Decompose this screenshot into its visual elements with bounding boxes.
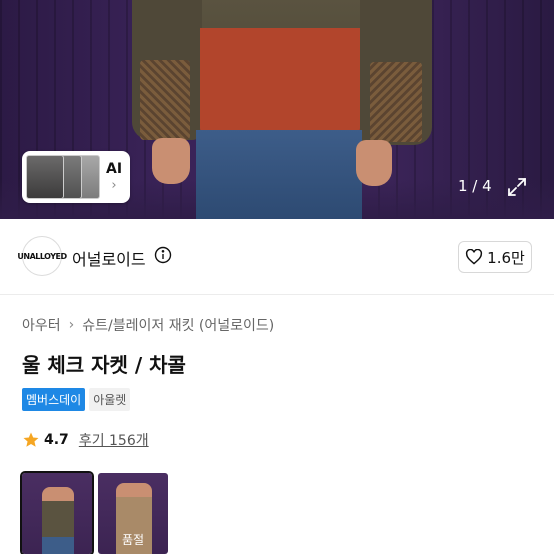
star-icon	[23, 432, 39, 447]
like-button[interactable]: 1.6만	[458, 241, 532, 273]
ai-fitting-button[interactable]: AI ›	[22, 151, 130, 203]
like-count: 1.6만	[487, 248, 525, 267]
product-image-carousel[interactable]: AI › 1 / 4	[0, 0, 554, 219]
brand-logo[interactable]: UNALLOYED	[17, 236, 67, 276]
sweater	[200, 28, 360, 136]
image-pager: 1 / 4	[458, 177, 492, 195]
product-title: 울 체크 자켓 / 차콜	[22, 353, 186, 377]
ai-label: AI	[106, 161, 123, 177]
jeans	[196, 130, 362, 219]
rating: 4.7 후기 156개	[22, 430, 149, 450]
soldout-label: 품절	[121, 533, 145, 547]
breadcrumb: 아우터 › 슈트/블레이저 재킷 (어널로이드)	[22, 315, 274, 335]
color-options: 품절	[20, 471, 168, 554]
chevron-right-icon: ›	[68, 317, 75, 333]
ai-thumbnail-stack	[26, 155, 100, 199]
expand-icon[interactable]	[506, 176, 528, 198]
breadcrumb-item-category[interactable]: 아우터	[22, 315, 61, 335]
tag-membersday: 멤버스데이	[22, 388, 86, 411]
tag-outlet: 아울렛	[89, 388, 131, 411]
color-option-thumbnail[interactable]	[20, 471, 94, 554]
brand-row: UNALLOYED 어널로이드 1.6만	[0, 219, 554, 295]
info-icon[interactable]	[154, 246, 172, 264]
heart-icon	[466, 249, 483, 265]
review-link[interactable]: 후기 156개	[79, 430, 149, 450]
product-tags: 멤버스데이 아울렛	[22, 388, 131, 411]
brand-name[interactable]: 어널로이드	[72, 246, 146, 270]
chevron-right-icon: ›	[111, 178, 117, 193]
rating-value: 4.7	[44, 432, 69, 448]
breadcrumb-item-subcategory[interactable]: 슈트/블레이저 재킷 (어널로이드)	[82, 315, 274, 335]
color-option-thumbnail[interactable]: 품절	[98, 473, 168, 554]
